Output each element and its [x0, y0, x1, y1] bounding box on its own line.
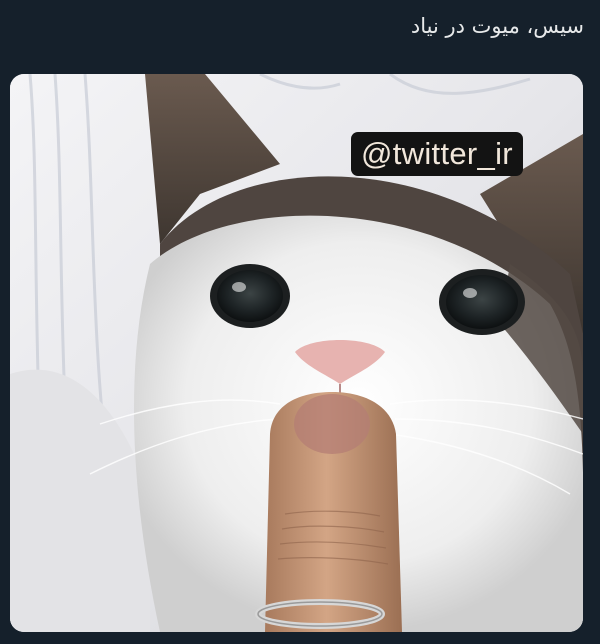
tweet-text: سیس، میوت در نیاد	[410, 14, 584, 38]
watermark-label: @twitter_ir	[351, 132, 523, 176]
tweet-photo[interactable]: @twitter_ir	[10, 74, 583, 632]
